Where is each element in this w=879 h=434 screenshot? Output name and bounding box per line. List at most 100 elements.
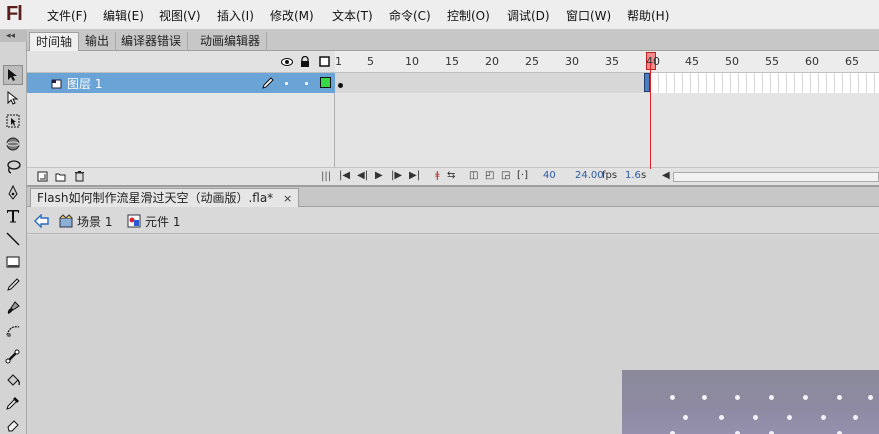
menu-insert[interactable]: 插入(I): [217, 7, 254, 24]
layer-row-1[interactable]: 图层 1: [27, 73, 335, 93]
back-button[interactable]: [33, 212, 49, 230]
menu-modify[interactable]: 修改(M): [270, 7, 314, 24]
scroll-grip-icon[interactable]: |||: [321, 171, 331, 182]
collapse-toolbar-icon[interactable]: ◂◂: [0, 30, 27, 42]
back-arrow-icon[interactable]: [33, 214, 49, 228]
layer-visibility-dot[interactable]: [285, 82, 288, 85]
timeline-status-bar: |◀ ◀| ▶ |▶ ▶| ǂ ⇆ ◫ ◰ ◲ [·] 40 24.00 fps…: [335, 167, 879, 185]
layers-list-area: [27, 93, 335, 167]
text-tool-icon[interactable]: [3, 206, 23, 226]
first-frame-icon[interactable]: |◀: [339, 170, 350, 181]
star-dot: [702, 395, 707, 400]
playhead-line: [650, 63, 651, 169]
timeline-h-scrollbar[interactable]: [673, 172, 879, 182]
layer-icon: [51, 79, 62, 89]
eye-icon[interactable]: [281, 57, 293, 67]
elapsed-time-value[interactable]: 1.6: [625, 170, 641, 181]
outline-icon[interactable]: [319, 56, 330, 67]
line-tool-icon[interactable]: [3, 229, 23, 249]
menu-debug[interactable]: 调试(D): [507, 7, 550, 24]
last-frame-icon[interactable]: ▶|: [409, 170, 420, 181]
breadcrumb-scene[interactable]: 场景 1: [59, 212, 112, 230]
ruler-tick-label: 65: [845, 55, 859, 68]
scene-icon: [59, 214, 73, 228]
frame-ruler[interactable]: 1 5 10 15 20 25 30 35 45 50 55 60 65: [335, 51, 879, 73]
bone-tool-icon[interactable]: [3, 347, 23, 367]
prev-frame-icon[interactable]: ◀|: [357, 170, 368, 181]
keyframe-marker[interactable]: [338, 83, 343, 88]
symbol-label: 元件 1: [145, 214, 181, 229]
ruler-tick-label: 1: [335, 55, 342, 68]
eyedropper-tool-icon[interactable]: [3, 393, 23, 413]
lasso-tool-icon[interactable]: [3, 157, 23, 177]
menu-bar: Fl 文件(F) 编辑(E) 视图(V) 插入(I) 修改(M) 文本(T) 命…: [0, 0, 879, 30]
layer-frames-row[interactable]: [335, 73, 879, 93]
empty-frames[interactable]: [651, 73, 879, 93]
layer-outline-swatch[interactable]: [320, 77, 331, 88]
star-dot: [683, 415, 688, 420]
menu-help[interactable]: 帮助(H): [627, 7, 669, 24]
edit-multiple-frames-icon[interactable]: ◲: [501, 170, 510, 181]
menu-text[interactable]: 文本(T): [332, 7, 373, 24]
tab-compiler-errors[interactable]: 编译器错误: [115, 32, 189, 51]
ruler-tick-label: 55: [765, 55, 779, 68]
loop-icon[interactable]: ⇆: [447, 170, 455, 181]
3d-rotation-tool-icon[interactable]: [3, 134, 23, 154]
ruler-tick-label: 35: [605, 55, 619, 68]
night-sky-graphic[interactable]: [622, 370, 879, 434]
play-icon[interactable]: ▶: [375, 170, 383, 181]
deco-tool-icon[interactable]: [3, 321, 23, 341]
tab-output[interactable]: 输出: [79, 32, 117, 51]
subselection-tool-icon[interactable]: [3, 88, 23, 108]
playhead-frame-number: 40: [646, 55, 660, 68]
trash-icon[interactable]: [74, 170, 85, 182]
new-layer-icon[interactable]: [37, 171, 48, 182]
selection-tool-icon[interactable]: [3, 65, 23, 85]
free-transform-tool-icon[interactable]: [3, 111, 23, 131]
ruler-tick-label: 20: [485, 55, 499, 68]
scroll-left-icon[interactable]: ◀: [662, 170, 670, 181]
frame-span[interactable]: [335, 73, 651, 93]
menu-file[interactable]: 文件(F): [47, 7, 87, 24]
pencil-tool-icon[interactable]: [3, 275, 23, 295]
ruler-tick-label: 60: [805, 55, 819, 68]
brush-tool-icon[interactable]: [3, 298, 23, 318]
star-dot: [735, 395, 740, 400]
breadcrumb-symbol[interactable]: 元件 1: [127, 212, 180, 230]
menu-edit[interactable]: 编辑(E): [103, 7, 144, 24]
tab-timeline[interactable]: 时间轴: [29, 32, 80, 51]
star-dot: [753, 415, 758, 420]
menu-window[interactable]: 窗口(W): [566, 7, 611, 24]
current-frame-value[interactable]: 40: [543, 170, 556, 181]
eraser-tool-icon[interactable]: [3, 415, 23, 434]
elapsed-time-unit: s: [641, 170, 647, 181]
frames-area: [335, 93, 879, 167]
menu-control[interactable]: 控制(O): [447, 7, 490, 24]
edit-bar: 场景 1 元件 1: [27, 207, 879, 234]
close-icon[interactable]: ×: [283, 192, 292, 205]
rectangle-tool-icon[interactable]: [3, 252, 23, 272]
onion-skin-icon[interactable]: ◫: [469, 170, 478, 181]
paint-bucket-tool-icon[interactable]: [3, 370, 23, 390]
pen-tool-icon[interactable]: [3, 183, 23, 203]
menu-view[interactable]: 视图(V): [159, 7, 201, 24]
lock-icon[interactable]: [300, 56, 310, 68]
new-folder-icon[interactable]: [55, 171, 66, 182]
document-tab[interactable]: Flash如何制作流星滑过天空（动画版）.fla* ×: [30, 188, 300, 207]
stage-canvas[interactable]: [27, 235, 879, 434]
ruler-tick-label: 10: [405, 55, 419, 68]
menu-commands[interactable]: 命令(C): [389, 7, 431, 24]
star-dot: [769, 395, 774, 400]
tab-motion-editor[interactable]: 动画编辑器: [194, 32, 268, 51]
layer-lock-dot[interactable]: [305, 82, 308, 85]
star-dot: [853, 415, 858, 420]
onion-outline-icon[interactable]: ◰: [485, 170, 494, 181]
star-dot: [837, 395, 842, 400]
layer-name[interactable]: 图层 1: [67, 75, 102, 92]
document-title: Flash如何制作流星滑过天空（动画版）.fla*: [37, 191, 274, 205]
fps-value[interactable]: 24.00: [575, 170, 604, 181]
star-dot: [719, 415, 724, 420]
next-frame-icon[interactable]: |▶: [391, 170, 402, 181]
center-frame-icon[interactable]: ǂ: [435, 170, 440, 181]
modify-onion-markers-icon[interactable]: [·]: [517, 170, 528, 181]
